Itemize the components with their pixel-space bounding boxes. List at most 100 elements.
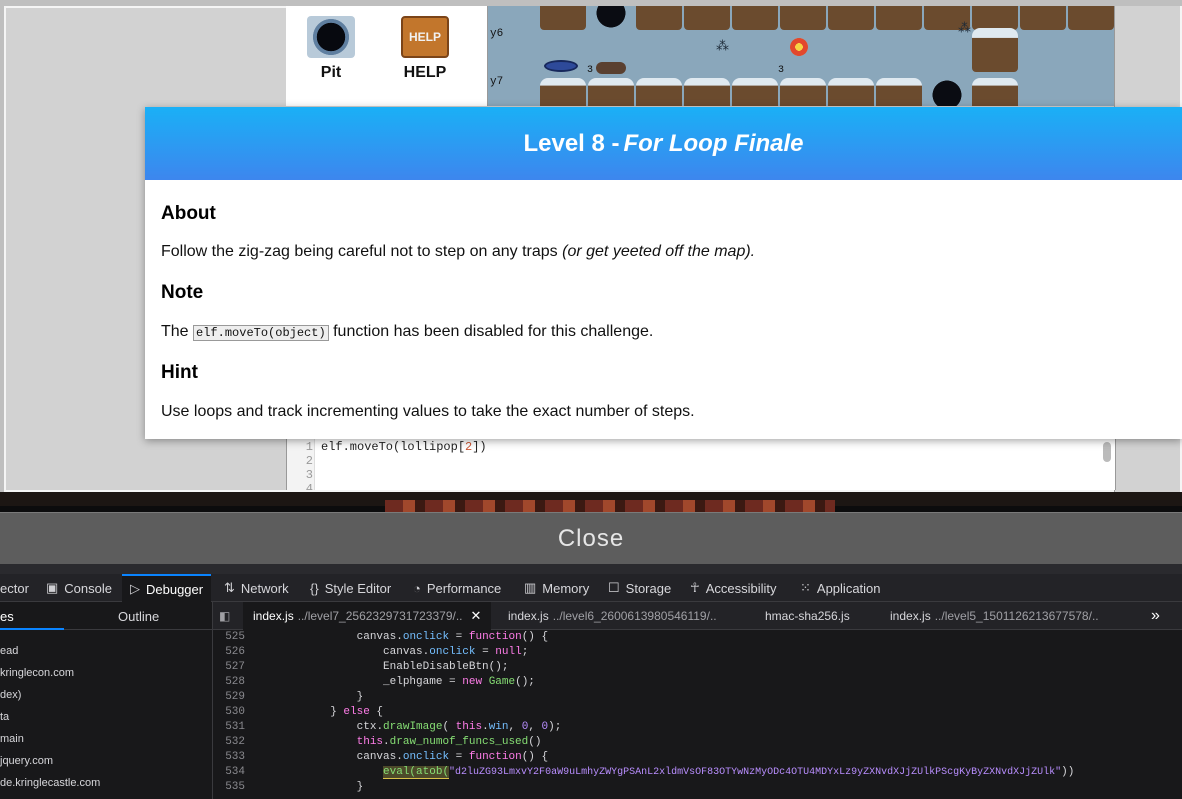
level-info-modal: Level 8 - For Loop Finale About Follow t… [145,107,1182,439]
modal-title-prefix: Level 8 - [523,129,620,157]
tab-memory[interactable]: ▥ Memory [524,574,589,602]
code-line: 531 ctx.drawImage( this.win, 0, 0); [213,721,1182,736]
code-token: onclick [429,646,476,658]
code-token: this [455,721,483,733]
code-token: canvas [383,646,423,658]
snow-barrel [636,6,682,30]
note-post: function has been disabled for this chal… [333,323,654,340]
code-token: EnableDisableBtn [383,661,489,673]
tab-inspector[interactable]: ector [0,574,29,602]
tool-help[interactable]: HELP HELP [390,16,460,82]
code-token: ctx [356,721,377,733]
tab-application-label: Application [816,580,881,596]
tree-item[interactable]: ta [0,711,9,723]
code-token: } [330,706,344,718]
editor-scrollbar[interactable] [1103,442,1111,462]
grid-icon: ⁙ [800,580,811,595]
line-number[interactable]: 535 [213,781,245,793]
editor-line-number: 3 [305,468,313,482]
code-token: canvas [356,631,397,643]
debugger-icon: ▷ [130,581,140,596]
line-number[interactable]: 525 [213,631,245,643]
code-line: 528 _elphgame = new Game(); [213,676,1182,691]
source-tab[interactable]: index.js ../level5_1501126213677578/.. [890,602,1099,630]
source-tab-active[interactable]: index.js ../level7_2562329731723379/.. ✕ [243,602,492,630]
step-count: 3 [587,65,594,76]
editor-code-line[interactable]: elf.moveTo(lollipop[2]) [321,440,487,454]
line-number[interactable]: 532 [213,736,245,748]
code-token: Game [488,676,516,688]
tab-storage[interactable]: ☐ Storage [608,574,671,602]
code-token: ; [521,646,529,658]
source-tab[interactable]: index.js ../level6_2600613980546119/.. [508,602,717,630]
code-token: )) [1061,766,1075,778]
console-icon: ▣ [46,580,59,595]
line-number[interactable]: 534 [213,766,245,778]
gauge-icon: ◔ [413,580,421,596]
tree-item[interactable]: jquery.com [0,755,53,767]
tab-style-editor-label: Style Editor [324,580,392,596]
game-map[interactable]: y6 ⁂ ⁂ y7 3 3 [488,6,1114,106]
tool-pit[interactable]: Pit [296,16,366,82]
toggle-sidebar-icon[interactable]: ◧ [219,602,237,630]
tab-accessibility[interactable]: ☥ Accessibility [690,574,777,602]
line-number[interactable]: 530 [213,706,245,718]
code-token: drawImage [383,721,443,733]
snow-barrel [1068,6,1114,30]
line-number[interactable]: 527 [213,661,245,673]
tab-network[interactable]: ⇅ Network [224,574,289,602]
tab-performance-label: Performance [426,580,502,596]
tab-console[interactable]: ▣ Console [46,574,112,602]
step-count: 3 [778,65,785,76]
code-token: onclick [402,631,450,643]
tab-outline[interactable]: Outline [118,609,159,624]
code-token: = [449,631,469,643]
line-number[interactable]: 531 [213,721,245,733]
note-code: elf.moveTo(object) [193,325,329,341]
about-heading: About [161,203,216,224]
source-tab-path: ../level6_2600613980546119/.. [552,609,717,623]
editor-line-number: 2 [305,454,313,468]
about-emphasis: (or get yeeted off the map). [562,243,756,260]
code-token: new [462,676,483,688]
tree-item[interactable]: dex) [0,689,21,701]
code-token: } [356,781,364,793]
tab-application[interactable]: ⁙ Application [800,574,881,602]
close-button[interactable]: Close [0,513,1182,565]
note-pre: The [161,323,189,340]
pit-icon [307,16,355,58]
modal-title-name: For Loop Finale [623,129,804,157]
tree-item[interactable]: kringlecon.com [0,667,74,679]
close-tab-icon[interactable]: ✕ [471,608,482,624]
tab-performance[interactable]: ◔ Performance [413,574,501,602]
tab-style-editor[interactable]: {} Style Editor [310,574,391,602]
source-code-view[interactable]: 525 canvas.onclick = function() { 526 ca… [213,630,1182,799]
code-token: null [495,646,522,658]
code-editor[interactable]: 1 2 3 4 elf.moveTo(lollipop[2]) [286,438,1116,490]
line-number[interactable]: 529 [213,691,245,703]
code-token: this [356,736,384,748]
snow-barrel [684,78,730,106]
line-number[interactable]: 528 [213,676,245,688]
code-token: () [528,736,542,748]
elf-sled-icon [596,62,626,74]
tree-item[interactable]: de.kringlecastle.com [0,777,100,789]
line-number[interactable]: 526 [213,646,245,658]
tree-item[interactable]: ead [0,645,18,657]
pit-hole [588,6,634,30]
source-tab[interactable]: hmac-sha256.js [765,602,850,630]
tab-debugger[interactable]: ▷ Debugger [122,574,212,602]
pit-hole [924,78,970,106]
snow-barrel [732,78,778,106]
code-token: onclick [402,751,450,763]
line-number[interactable]: 533 [213,751,245,763]
source-tabs: ◧ index.js ../level7_2562329731723379/.. ✕… [213,602,1182,630]
code-line: 533 canvas.onclick = function() { [213,751,1182,766]
hint-text: Use loops and track incrementing values … [161,403,695,420]
tool-pit-label: Pit [320,64,342,81]
more-tabs-icon[interactable]: » [1151,602,1160,630]
tree-item[interactable]: main [0,733,24,745]
tab-sources[interactable]: es [0,609,14,624]
snow-barrel [732,6,778,30]
devtools-top-edge [0,564,1182,574]
